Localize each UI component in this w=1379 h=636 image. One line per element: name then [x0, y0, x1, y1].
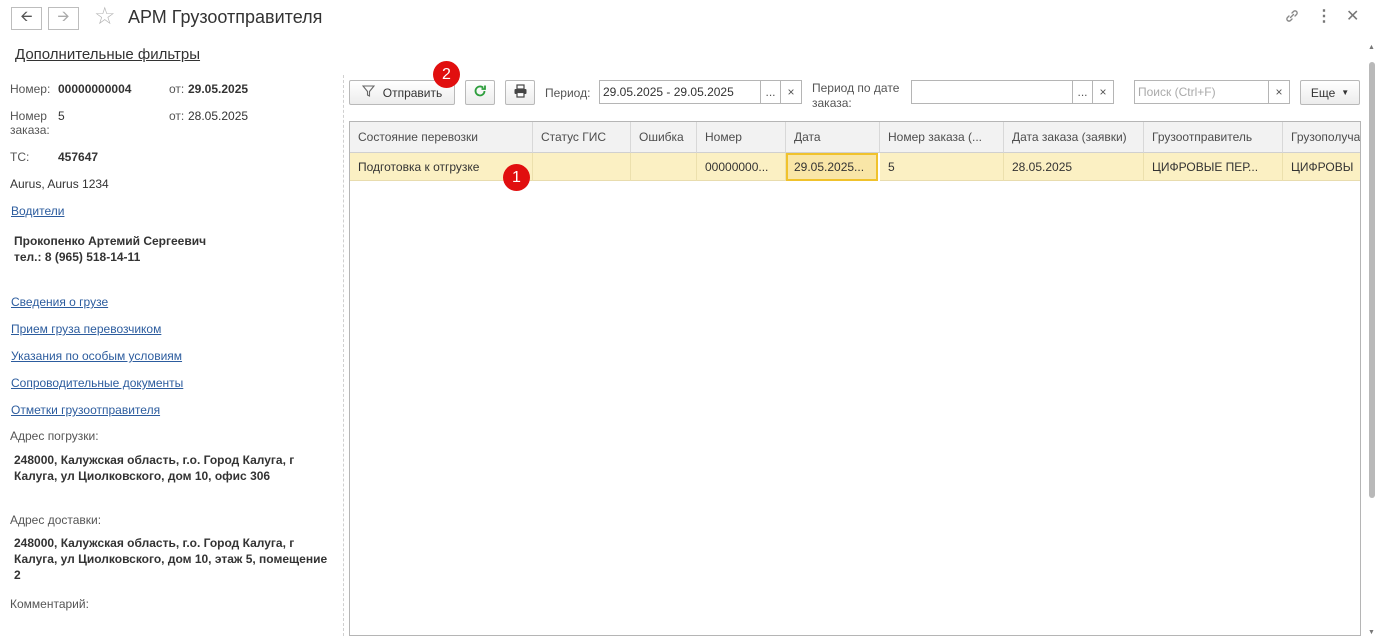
- column-header-gis-status[interactable]: Статус ГИС: [533, 122, 631, 153]
- filter-icon: [361, 85, 375, 100]
- order-period-select-button[interactable]: ...: [1072, 80, 1093, 104]
- cell-number[interactable]: 00000000...: [697, 153, 786, 181]
- vehicle-model: Aurus, Aurus 1234: [10, 177, 109, 191]
- special-conditions-link[interactable]: Указания по особым условиям: [11, 349, 182, 363]
- arrow-left-icon: 🡨: [20, 8, 33, 25]
- order-period-field[interactable]: [911, 80, 1073, 104]
- column-header-order-date[interactable]: Дата заказа (заявки): [1004, 122, 1144, 153]
- cargo-info-link[interactable]: Сведения о грузе: [11, 295, 108, 309]
- order-date-label: от:: [169, 109, 185, 123]
- close-icon[interactable]: ✕: [1346, 8, 1359, 26]
- period-select-button[interactable]: ...: [760, 80, 781, 104]
- arrow-right-icon: 🡪: [57, 8, 70, 25]
- order-period-clear-button[interactable]: ×: [1092, 80, 1114, 104]
- additional-filters-link[interactable]: Дополнительные фильтры: [15, 46, 200, 63]
- cell-date[interactable]: 29.05.2025...: [786, 153, 878, 181]
- vehicle-value: 457647: [58, 150, 99, 164]
- number-date-value: 29.05.2025: [188, 82, 249, 96]
- order-period-label: Период по дате заказа:: [812, 81, 900, 110]
- link-icon[interactable]: [1284, 8, 1300, 29]
- search-placeholder: Поиск (Ctrl+F): [1138, 85, 1216, 99]
- period-clear-button[interactable]: ×: [780, 80, 802, 104]
- window-title: АРМ Грузоотправителя: [128, 7, 323, 27]
- column-header-shipper[interactable]: Грузоотправитель: [1144, 122, 1283, 153]
- callout-badge-2: 2: [433, 61, 460, 88]
- period-value: 29.05.2025 - 29.05.2025: [603, 85, 734, 99]
- shipments-table[interactable]: Состояние перевозки Статус ГИС Ошибка Но…: [349, 121, 1361, 636]
- number-date-label: от:: [169, 82, 185, 96]
- forward-button[interactable]: 🡪: [48, 7, 79, 30]
- order-label: Номер заказа:: [10, 109, 50, 137]
- more-button-label: Еще: [1310, 85, 1336, 100]
- number-label: Номер:: [10, 82, 51, 96]
- column-header-transport-state[interactable]: Состояние перевозки: [350, 122, 533, 153]
- driver-phone: тел.: 8 (965) 518-14-11: [14, 250, 141, 264]
- driver-name: Прокопенко Артемий Сергеевич: [14, 234, 207, 248]
- drivers-link[interactable]: Водители: [11, 204, 64, 218]
- refresh-icon: [473, 84, 487, 101]
- cell-order-date[interactable]: 28.05.2025: [1004, 153, 1144, 181]
- cell-gis-status[interactable]: [533, 153, 631, 181]
- cell-consignee[interactable]: ЦИФРОВЫ: [1283, 153, 1360, 181]
- star-icon[interactable]: ☆: [94, 5, 116, 29]
- order-value: 5: [58, 109, 65, 123]
- more-vertical-icon[interactable]: ⋮: [1316, 8, 1332, 26]
- order-date-value: 28.05.2025: [188, 109, 249, 123]
- cell-error[interactable]: [631, 153, 697, 181]
- scroll-up-icon[interactable]: ▲: [1368, 44, 1375, 51]
- scroll-down-icon[interactable]: ▼: [1368, 629, 1375, 636]
- loading-address-label: Адрес погрузки:: [10, 429, 99, 443]
- column-header-number[interactable]: Номер: [697, 122, 786, 153]
- number-value: 00000000004: [58, 82, 132, 96]
- send-button-label: Отправить: [382, 85, 443, 100]
- cell-order-number[interactable]: 5: [880, 153, 1004, 181]
- callout-badge-1: 1: [503, 164, 530, 191]
- period-field[interactable]: 29.05.2025 - 29.05.2025: [599, 80, 761, 104]
- carrier-acceptance-link[interactable]: Прием груза перевозчиком: [11, 322, 161, 336]
- back-button[interactable]: 🡨: [11, 7, 42, 30]
- period-label: Период:: [545, 86, 591, 100]
- column-header-consignee[interactable]: Грузополуча: [1283, 122, 1360, 153]
- shipper-marks-link[interactable]: Отметки грузоотправителя: [11, 403, 160, 417]
- page-scrollbar-thumb[interactable]: [1369, 62, 1375, 498]
- delivery-address-label: Адрес доставки:: [10, 513, 102, 527]
- more-button[interactable]: Еще ▼: [1300, 80, 1360, 105]
- column-header-order-number[interactable]: Номер заказа (...: [880, 122, 1004, 153]
- column-header-error[interactable]: Ошибка: [631, 122, 697, 153]
- vehicle-label: ТС:: [10, 150, 30, 164]
- refresh-button[interactable]: [465, 80, 495, 105]
- search-clear-button[interactable]: ×: [1268, 80, 1290, 104]
- search-input[interactable]: Поиск (Ctrl+F): [1134, 80, 1270, 104]
- printer-icon: [513, 84, 528, 101]
- caret-down-icon: ▼: [1341, 88, 1350, 97]
- comment-label: Комментарий:: [10, 597, 89, 611]
- print-button[interactable]: [505, 80, 535, 105]
- delivery-address: 248000, Калужская область, г.о. Город Ка…: [14, 536, 328, 582]
- cell-shipper[interactable]: ЦИФРОВЫЕ ПЕР...: [1144, 153, 1283, 181]
- loading-address: 248000, Калужская область, г.о. Город Ка…: [14, 453, 295, 483]
- accompanying-docs-link[interactable]: Сопроводительные документы: [11, 376, 183, 390]
- column-header-date[interactable]: Дата: [786, 122, 880, 153]
- panel-divider[interactable]: [343, 75, 344, 636]
